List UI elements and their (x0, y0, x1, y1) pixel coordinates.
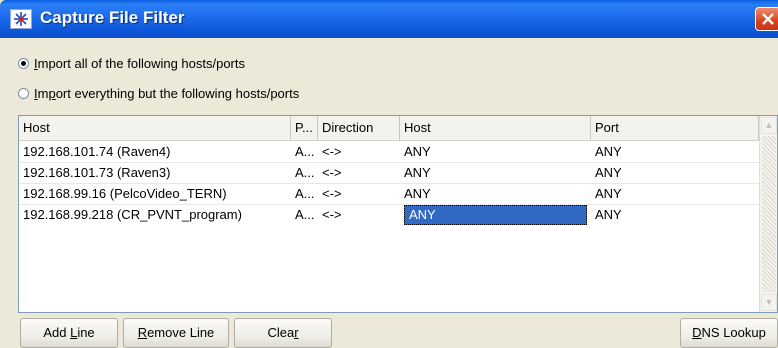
cell-direction[interactable]: <-> (318, 184, 400, 204)
close-icon (762, 13, 774, 25)
radio-include-label: Import all of the following hosts/ports (34, 55, 246, 71)
cell-port[interactable]: ANY (591, 163, 759, 183)
table-row[interactable]: 192.168.99.218 (CR_PVNT_program) A... <-… (19, 205, 759, 225)
cell-protocol[interactable]: A... (291, 205, 318, 225)
cell-direction[interactable]: <-> (318, 205, 400, 225)
remove-line-button[interactable]: Remove Line (123, 318, 229, 348)
cell-host[interactable]: 192.168.101.74 (Raven4) (19, 142, 291, 162)
vertical-scrollbar[interactable]: ▲ ▼ (759, 116, 777, 312)
cell-host[interactable]: 192.168.99.218 (CR_PVNT_program) (19, 205, 291, 225)
scroll-down-arrow-icon[interactable]: ▼ (761, 294, 777, 311)
cell-direction[interactable]: <-> (318, 163, 400, 183)
scroll-track[interactable] (762, 136, 776, 292)
cell-remote-host[interactable]: ANY (400, 184, 591, 204)
cell-host[interactable]: 192.168.99.16 (PelcoVideo_TERN) (19, 184, 291, 204)
cell-protocol[interactable]: A... (291, 184, 318, 204)
cell-remote-host-selected[interactable]: ANY (404, 205, 587, 225)
app-icon (10, 9, 32, 29)
cell-port[interactable]: ANY (591, 205, 759, 225)
radio-include-option[interactable]: Import all of the following hosts/ports (18, 54, 245, 72)
cell-protocol[interactable]: A... (291, 142, 318, 162)
clear-button[interactable]: Clear (234, 318, 332, 348)
table-row[interactable]: 192.168.101.74 (Raven4) A... <-> ANY ANY (19, 142, 759, 162)
column-header-remote-host[interactable]: Host (400, 116, 591, 140)
radio-exclude-option[interactable]: Import everything but the following host… (18, 84, 299, 102)
dns-lookup-button[interactable]: DNS Lookup (680, 318, 778, 348)
column-header-direction[interactable]: Direction (318, 116, 400, 140)
cell-port[interactable]: ANY (591, 142, 759, 162)
column-header-protocol[interactable]: P... (291, 116, 318, 140)
window-title: Capture File Filter (40, 8, 185, 27)
cell-direction[interactable]: <-> (318, 142, 400, 162)
cell-port[interactable]: ANY (591, 184, 759, 204)
cell-protocol[interactable]: A... (291, 163, 318, 183)
table-header: Host P... Direction Host Port (19, 116, 759, 141)
cell-remote-host[interactable]: ANY (400, 163, 591, 183)
add-line-button[interactable]: Add Line (20, 318, 118, 348)
cell-remote-host[interactable]: ANY (400, 142, 591, 162)
column-header-host[interactable]: Host (19, 116, 291, 140)
title-bar[interactable]: Capture File Filter (0, 0, 778, 38)
scroll-up-arrow-icon[interactable]: ▲ (761, 117, 777, 134)
table-row[interactable]: 192.168.99.16 (PelcoVideo_TERN) A... <->… (19, 184, 759, 204)
hosts-table[interactable]: Host P... Direction Host Port 192.168.10… (18, 115, 778, 313)
cell-host[interactable]: 192.168.101.73 (Raven3) (19, 163, 291, 183)
radio-include[interactable] (18, 57, 29, 69)
radio-exclude[interactable] (18, 87, 29, 99)
table-row[interactable]: 192.168.101.73 (Raven3) A... <-> ANY ANY (19, 163, 759, 183)
column-header-port[interactable]: Port (591, 116, 759, 140)
radio-exclude-label: Import everything but the following host… (34, 85, 300, 101)
close-button[interactable] (755, 7, 778, 31)
